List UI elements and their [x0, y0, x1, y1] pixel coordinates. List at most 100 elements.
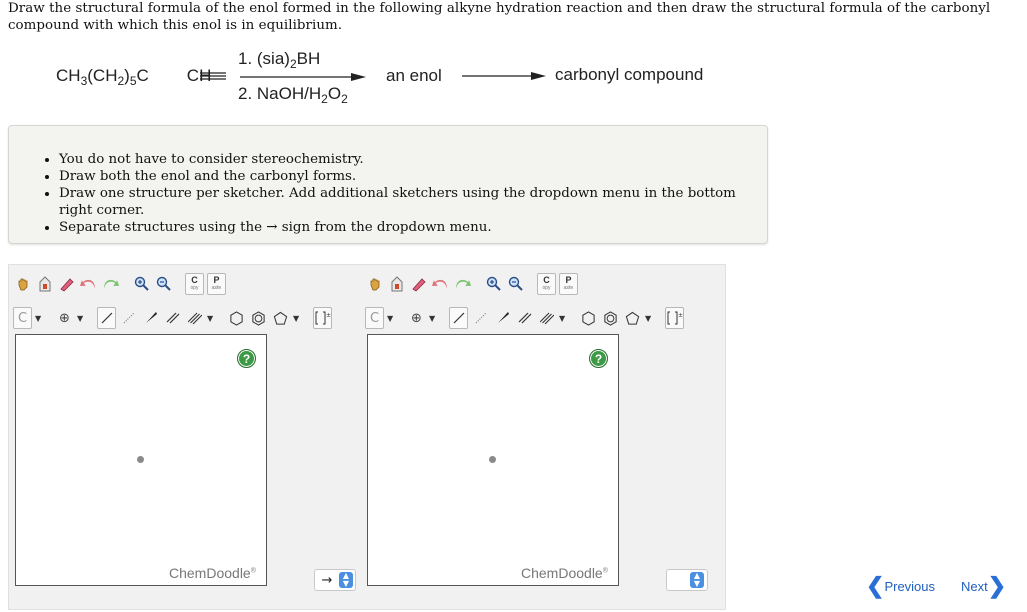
benzene-icon[interactable]: [249, 307, 268, 329]
canvas-center-dot: [137, 456, 144, 463]
chemdoodle-brand: ChemDoodle®: [521, 565, 608, 581]
bracket-charge-icon[interactable]: ±: [665, 307, 684, 329]
zoom-in-icon[interactable]: [132, 273, 151, 295]
previous-link[interactable]: ❮ Previous: [866, 575, 936, 597]
reagent-1: 1. (sia)2BH: [238, 49, 321, 71]
hand-icon[interactable]: [365, 273, 384, 295]
brand-name: ChemDoodle: [169, 565, 251, 581]
element-label: C: [369, 310, 380, 326]
element-select[interactable]: C: [13, 307, 32, 329]
reaction-arrow-1-head: [351, 73, 366, 81]
brand-mark: ®: [250, 567, 256, 575]
eraser-icon[interactable]: [409, 273, 428, 295]
cyclohexane-icon[interactable]: [579, 307, 598, 329]
chevron-down-icon[interactable]: ▼: [293, 314, 301, 323]
element-label: C: [17, 310, 28, 326]
previous-label: Previous: [884, 578, 936, 594]
sketcher-1: Copy Paste C ▼ ⊕ ▼ ▼ ▼ ± ? ChemDoodle®: [9, 265, 332, 611]
separator-select[interactable]: → ▲ ▼: [314, 569, 356, 591]
toolbar-top: Copy Paste: [13, 271, 226, 297]
copy-button[interactable]: Copy: [185, 273, 204, 295]
chevron-down-icon[interactable]: ▼: [35, 314, 43, 323]
recessed-bond-icon[interactable]: [119, 307, 138, 329]
paste-button[interactable]: Paste: [559, 273, 578, 295]
cyclohexane-icon[interactable]: [227, 307, 246, 329]
select-arrows-icon: ▲ ▼: [339, 572, 353, 588]
hints-list: You do not have to consider stereochemis…: [59, 151, 767, 236]
canvas-center-dot: [489, 456, 496, 463]
reaction-scheme: CH3(CH2)5C CH 1. (sia)2BH 2. NaOH/H2O2 an…: [0, 40, 1027, 115]
sketcher-2: Copy Paste C ▼ ⊕ ▼ ▼ ▼ ± ? ChemDoodle®: [361, 265, 684, 611]
question-text: Draw the structural formula of the enol …: [8, 1, 991, 33]
recessed-bond-icon[interactable]: [471, 307, 490, 329]
paste-button[interactable]: Paste: [207, 273, 226, 295]
redo-icon[interactable]: [101, 273, 120, 295]
triple-bond-icon[interactable]: [537, 307, 556, 329]
single-bond-icon[interactable]: [97, 307, 116, 329]
next-link[interactable]: Next ❯: [961, 573, 1007, 598]
brand-mark: ®: [602, 567, 608, 575]
paste-sublabel: aste: [563, 285, 574, 291]
copy-sublabel: opy: [190, 285, 199, 291]
charge-plus-icon[interactable]: ⊕: [407, 307, 426, 329]
cyclopentane-icon[interactable]: [271, 307, 290, 329]
reagent-2: 2. NaOH/H2O2: [238, 84, 348, 106]
select-arrows-icon: ▲ ▼: [690, 572, 704, 588]
toolbar-bottom: C ▼ ⊕ ▼ ▼ ▼ ±: [365, 305, 684, 331]
separator-value: →: [321, 572, 333, 588]
hint-item: Draw both the enol and the carbonyl form…: [59, 168, 767, 185]
cyclopentane-icon[interactable]: [623, 307, 642, 329]
toolbar-bottom: C ▼ ⊕ ▼ ▼ ▼ ±: [13, 305, 332, 331]
chevron-down-icon[interactable]: ▼: [429, 314, 437, 323]
undo-icon[interactable]: [79, 273, 98, 295]
wedge-bond-icon[interactable]: [141, 307, 160, 329]
starting-material: CH3(CH2)5C CH: [56, 66, 212, 88]
zoom-in-icon[interactable]: [484, 273, 503, 295]
chevron-down-icon[interactable]: ▼: [207, 314, 215, 323]
copy-button[interactable]: Copy: [537, 273, 556, 295]
element-select[interactable]: C: [365, 307, 384, 329]
double-bond-icon[interactable]: [163, 307, 182, 329]
help-button[interactable]: ?: [237, 349, 256, 368]
add-sketcher-select[interactable]: ▲ ▼: [666, 569, 708, 591]
zoom-out-icon[interactable]: [506, 273, 525, 295]
hint-item: Draw one structure per sketcher. Add add…: [59, 185, 767, 219]
chemdoodle-brand: ChemDoodle®: [169, 565, 256, 581]
svg-text:±: ±: [326, 312, 331, 319]
chevron-down-icon[interactable]: ▼: [77, 314, 85, 323]
hints-box: You do not have to consider stereochemis…: [8, 125, 768, 244]
undo-icon[interactable]: [431, 273, 450, 295]
next-label: Next: [961, 578, 988, 594]
triple-bond-icon[interactable]: [185, 307, 204, 329]
bracket-charge-icon[interactable]: ±: [313, 307, 332, 329]
eraser-icon[interactable]: [57, 273, 76, 295]
sketcher-canvas[interactable]: ? ChemDoodle®: [15, 334, 267, 586]
chevron-right-icon: ❯: [987, 573, 1007, 598]
charge-plus-icon[interactable]: ⊕: [55, 307, 74, 329]
brand-name: ChemDoodle: [521, 565, 603, 581]
paste-sublabel: aste: [211, 285, 222, 291]
svg-text:±: ±: [678, 312, 683, 319]
chevron-down-icon[interactable]: ▼: [387, 314, 395, 323]
sketcher-canvas[interactable]: ? ChemDoodle®: [367, 334, 619, 586]
help-button[interactable]: ?: [589, 349, 608, 368]
clear-icon[interactable]: [35, 273, 54, 295]
hint-item: You do not have to consider stereochemis…: [59, 151, 767, 168]
redo-icon[interactable]: [453, 273, 472, 295]
hand-icon[interactable]: [13, 273, 32, 295]
sketcher-workspace: Copy Paste C ▼ ⊕ ▼ ▼ ▼ ± ? ChemDoodle® →…: [8, 264, 726, 610]
enol-label: an enol: [386, 66, 442, 85]
chevron-down-icon[interactable]: ▼: [645, 314, 653, 323]
single-bond-icon[interactable]: [449, 307, 468, 329]
zoom-out-icon[interactable]: [154, 273, 173, 295]
clear-icon[interactable]: [387, 273, 406, 295]
copy-sublabel: opy: [542, 285, 551, 291]
double-bond-icon[interactable]: [515, 307, 534, 329]
benzene-icon[interactable]: [601, 307, 620, 329]
reaction-arrow-2-head: [531, 72, 546, 80]
toolbar-top: Copy Paste: [365, 271, 578, 297]
carbonyl-label: carbonyl compound: [555, 65, 704, 84]
wedge-bond-icon[interactable]: [493, 307, 512, 329]
chevron-down-icon[interactable]: ▼: [559, 314, 567, 323]
hint-item: Separate structures using the → sign fro…: [59, 219, 767, 236]
